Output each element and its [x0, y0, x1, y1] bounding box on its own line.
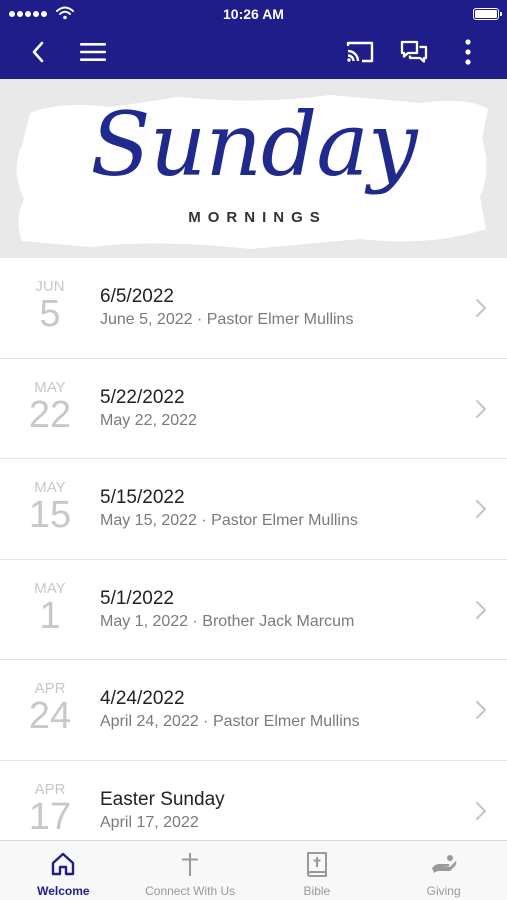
sermon-row[interactable]: JUN 5 6/5/2022 June 5, 2022 · Pastor Elmer … — [0, 258, 507, 359]
tab-welcome[interactable]: Welcome — [0, 841, 127, 900]
sermon-title: Easter Sunday — [100, 788, 225, 810]
banner-script-title: Sunday — [90, 93, 417, 196]
sermon-subtitle: May 22, 2022 — [100, 411, 197, 429]
chevron-right-icon — [476, 600, 486, 619]
sunday-mornings-banner: Sunday MORNINGS — [0, 79, 507, 258]
bottom-tab-bar: Welcome Connect With Us Bible Giving — [0, 840, 507, 900]
menu-button[interactable] — [77, 36, 109, 68]
chevron-left-icon — [32, 41, 44, 63]
sermon-row[interactable]: MAY 22 5/22/2022 May 22, 2022 — [0, 358, 507, 459]
cast-button[interactable] — [344, 36, 376, 68]
sermon-day: 1 — [39, 594, 61, 637]
chat-button[interactable] — [398, 36, 430, 68]
tab-label: Giving — [426, 884, 461, 898]
sermon-row[interactable]: MAY 15 5/15/2022 May 15, 2022 · Pastor Elme… — [0, 459, 507, 560]
tab-label: Bible — [303, 884, 331, 898]
chevron-right-icon — [476, 399, 486, 418]
tab-label: Connect With Us — [145, 884, 236, 898]
tab-bible[interactable]: Bible — [254, 841, 381, 900]
more-vertical-icon — [465, 39, 471, 65]
home-icon — [52, 852, 75, 876]
sermon-subtitle: May 15, 2022 · Pastor Elmer Mullins — [100, 512, 358, 529]
sermon-row[interactable]: APR 17 Easter Sunday April 17, 2022 — [0, 760, 507, 840]
cast-icon — [346, 41, 374, 63]
sermon-day: 17 — [28, 795, 72, 838]
sermon-date: APR 17 — [18, 781, 82, 838]
cross-icon — [182, 853, 199, 876]
sermon-day: 15 — [28, 494, 72, 536]
sermon-date: MAY 22 — [18, 379, 82, 436]
bible-icon — [306, 852, 327, 877]
sermon-title: 6/5/2022 — [100, 286, 174, 307]
sermon-date: APR 24 — [18, 680, 82, 737]
sermon-title: 5/1/2022 — [100, 587, 174, 609]
status-time: 10:26 AM — [223, 6, 284, 22]
top-bar: 10:26 AM — [0, 0, 507, 79]
sermon-date: MAY 15 — [18, 479, 82, 536]
sermon-title: 5/22/2022 — [100, 386, 185, 408]
tab-connect-with-us[interactable]: Connect With Us — [127, 841, 254, 900]
back-button[interactable] — [22, 36, 54, 68]
chevron-right-icon — [476, 701, 486, 719]
sermon-date: JUN 5 — [18, 278, 82, 335]
sermon-day: 5 — [39, 293, 61, 335]
battery-icon — [473, 8, 502, 20]
sermon-row[interactable]: APR 24 4/24/2022 April 24, 2022 · Pastor El… — [0, 660, 507, 761]
sermon-day: 24 — [28, 695, 72, 737]
sermon-title: 5/15/2022 — [100, 487, 185, 508]
banner-subtitle: MORNINGS — [188, 209, 327, 226]
chevron-right-icon — [476, 801, 486, 820]
status-bar: 10:26 AM — [0, 0, 507, 28]
sermon-date: MAY 1 — [18, 580, 82, 637]
chevron-right-icon — [476, 299, 486, 317]
hamburger-menu-icon — [80, 43, 106, 61]
sermon-list: JUN 5 6/5/2022 June 5, 2022 · Pastor Elmer … — [0, 258, 507, 840]
sermon-subtitle: April 24, 2022 · Pastor Elmer Mullins — [100, 713, 360, 730]
tab-label: Welcome — [37, 884, 90, 898]
sermon-subtitle: May 1, 2022 · Brother Jack Marcum — [100, 612, 355, 630]
sermon-title: 4/24/2022 — [100, 688, 185, 709]
sermon-day: 22 — [28, 393, 72, 436]
sermon-row[interactable]: MAY 1 5/1/2022 May 1, 2022 · Brother Jack M… — [0, 559, 507, 660]
sermon-subtitle: April 17, 2022 — [100, 813, 199, 831]
more-options-button[interactable] — [452, 36, 484, 68]
chevron-right-icon — [476, 500, 486, 518]
sermon-subtitle: June 5, 2022 · Pastor Elmer Mullins — [100, 311, 354, 328]
tab-giving[interactable]: Giving — [380, 841, 507, 900]
chat-bubbles-icon — [400, 40, 428, 63]
app-screen: 10:26 AM Sunday MORNINGS JUN 5 6/5/2022 … — [0, 0, 507, 900]
giving-hand-icon — [431, 855, 456, 873]
